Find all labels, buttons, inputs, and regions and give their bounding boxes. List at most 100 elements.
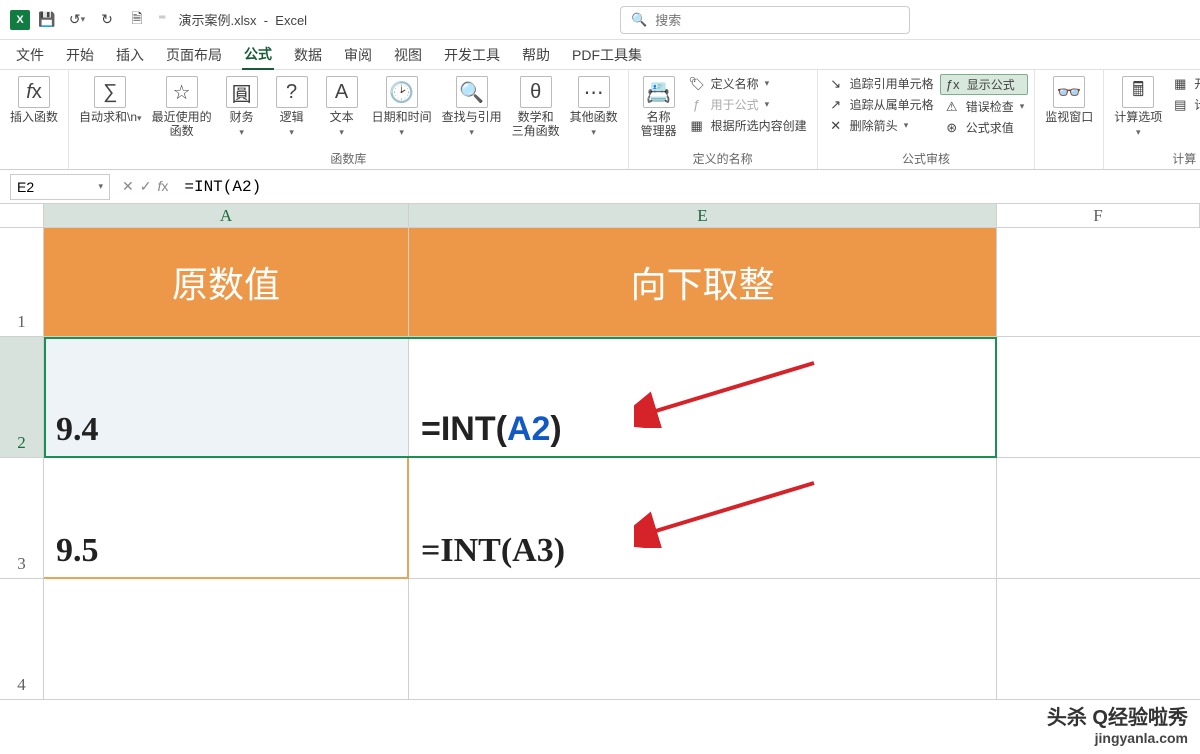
- formula-bar: E2▾ ✕ ✓ fx =INT(A2): [0, 170, 1200, 204]
- cell-E3[interactable]: =INT(A3): [409, 458, 997, 579]
- cell-E2[interactable]: =INT(A2): [409, 337, 997, 458]
- use-in-formula-button[interactable]: ƒ用于公式 ▾: [685, 95, 811, 114]
- row-header-3[interactable]: 3: [0, 458, 44, 579]
- calc-icon: 🖩: [1122, 76, 1154, 108]
- error-check-button[interactable]: ⚠错误检查 ▾: [940, 97, 1029, 116]
- datetime-button[interactable]: 🕑日期和时间▾: [368, 74, 436, 141]
- cell-F4[interactable]: [997, 579, 1200, 700]
- cell-A2[interactable]: 9.4: [44, 337, 409, 458]
- text-button[interactable]: A文本▾: [318, 74, 366, 141]
- star-icon: ☆: [166, 76, 198, 108]
- math-button[interactable]: θ数学和 三角函数: [508, 74, 564, 140]
- create-name-button[interactable]: ▦根据所选内容创建: [685, 116, 811, 135]
- qat-overflow-icon[interactable]: ⁼: [158, 10, 166, 30]
- group-label-library: 函数库: [75, 148, 622, 167]
- lookup-icon: 🔍: [456, 76, 488, 108]
- autosum-button[interactable]: ∑自动求和\n▾: [75, 74, 146, 127]
- tab-review[interactable]: 审阅: [342, 41, 374, 69]
- logical-icon: ?: [276, 76, 308, 108]
- recent-button[interactable]: ☆最近使用的 函数: [148, 74, 216, 140]
- watermark: 头杀 Q经验啦秀 jingyanla.com: [1047, 701, 1188, 746]
- fx-icon[interactable]: fx: [157, 178, 168, 195]
- name-manager-button[interactable]: 📇名称 管理器: [635, 74, 683, 140]
- tag-icon: 🏷: [689, 76, 705, 92]
- col-header-A[interactable]: A: [44, 204, 409, 227]
- title-bar: X 💾 ↺▾ ↻ 🗎 ⁼ 演示案例.xlsx - Excel 🔍 搜索: [0, 0, 1200, 40]
- col-header-E[interactable]: E: [409, 204, 997, 227]
- column-headers: A E F: [0, 204, 1200, 228]
- group-label-calc: 计算: [1110, 148, 1200, 167]
- cancel-formula-icon[interactable]: ✕: [122, 178, 134, 195]
- watch-icon: 👓: [1053, 76, 1085, 108]
- search-icon: 🔍: [631, 12, 647, 28]
- sigma-icon: ∑: [94, 76, 126, 108]
- tab-view[interactable]: 视图: [392, 41, 424, 69]
- financial-button[interactable]: 圓财务▾: [218, 74, 266, 141]
- more-fn-button[interactable]: ⋯其他函数▾: [566, 74, 622, 141]
- redo-icon[interactable]: ↻: [94, 7, 120, 33]
- fx-icon: fx: [18, 76, 50, 108]
- tab-layout[interactable]: 页面布局: [164, 41, 224, 69]
- trace-precedents-button[interactable]: ↘追踪引用单元格: [824, 74, 938, 93]
- formula-input[interactable]: =INT(A2): [174, 178, 1200, 196]
- create-icon: ▦: [689, 118, 705, 134]
- tab-insert[interactable]: 插入: [114, 41, 146, 69]
- cell-F3[interactable]: [997, 458, 1200, 579]
- tab-pdf[interactable]: PDF工具集: [570, 41, 644, 69]
- tab-formulas[interactable]: 公式: [242, 40, 274, 70]
- search-input[interactable]: 🔍 搜索: [620, 6, 910, 34]
- theta-icon: θ: [520, 76, 552, 108]
- tab-help[interactable]: 帮助: [520, 41, 552, 69]
- ribbon: fx插入函数 ∑自动求和\n▾ ☆最近使用的 函数 圓财务▾ ?逻辑▾ A文本▾…: [0, 70, 1200, 170]
- evaluate-button[interactable]: ⊛公式求值: [940, 118, 1029, 137]
- group-label-names: 定义的名称: [635, 148, 811, 167]
- clock-icon: 🕑: [386, 76, 418, 108]
- remove-arrow-icon: ✕: [828, 118, 844, 134]
- show-formulas-button[interactable]: ƒx显示公式: [940, 74, 1029, 95]
- select-all-corner[interactable]: [0, 204, 44, 227]
- calc-now-button[interactable]: ▦开始计算: [1168, 74, 1200, 93]
- more-icon: ⋯: [578, 76, 610, 108]
- group-label-audit: 公式审核: [824, 148, 1029, 167]
- excel-icon: X: [10, 10, 30, 30]
- trace-dependents-button[interactable]: ↗追踪从属单元格: [824, 95, 938, 114]
- watch-window-button[interactable]: 👓监视窗口: [1041, 74, 1097, 126]
- calc-sheet-button[interactable]: ▤计算工作表: [1168, 95, 1200, 114]
- tab-home[interactable]: 开始: [64, 41, 96, 69]
- define-name-button[interactable]: 🏷定义名称 ▾: [685, 74, 811, 93]
- name-box[interactable]: E2▾: [10, 174, 110, 200]
- tab-file[interactable]: 文件: [14, 41, 46, 69]
- cell-F1[interactable]: [997, 228, 1200, 337]
- show-formula-icon: ƒx: [945, 77, 961, 93]
- logical-button[interactable]: ?逻辑▾: [268, 74, 316, 141]
- lookup-button[interactable]: 🔍查找与引用▾: [438, 74, 506, 141]
- row-header-2[interactable]: 2: [0, 337, 44, 458]
- accept-formula-icon[interactable]: ✓: [140, 178, 152, 195]
- tab-data[interactable]: 数据: [292, 41, 324, 69]
- insert-function-button[interactable]: fx插入函数: [6, 74, 62, 126]
- ribbon-tabs: 文件 开始 插入 页面布局 公式 数据 审阅 视图 开发工具 帮助 PDF工具集: [0, 40, 1200, 70]
- calc-sheet-icon: ▤: [1172, 97, 1188, 113]
- undo-icon[interactable]: ↺▾: [64, 7, 90, 33]
- cell-A1[interactable]: 原数值: [44, 228, 409, 337]
- cell-A3[interactable]: 9.5: [44, 458, 409, 579]
- cell-E1[interactable]: 向下取整: [409, 228, 997, 337]
- trace-dep-icon: ↗: [828, 97, 844, 113]
- col-header-F[interactable]: F: [997, 204, 1200, 227]
- spreadsheet-grid: 1 2 3 4 原数值 向下取整 9.4 =INT(A2) 9.5 =INT(A…: [0, 228, 1200, 700]
- cell-E4[interactable]: [409, 579, 997, 700]
- chevron-down-icon[interactable]: ▾: [98, 181, 103, 192]
- text-icon: A: [326, 76, 358, 108]
- row-header-4[interactable]: 4: [0, 579, 44, 700]
- calc-now-icon: ▦: [1172, 76, 1188, 92]
- trace-prec-icon: ↘: [828, 76, 844, 92]
- remove-arrows-button[interactable]: ✕删除箭头 ▾: [824, 116, 938, 135]
- row-header-1[interactable]: 1: [0, 228, 44, 337]
- cell-F2[interactable]: [997, 337, 1200, 458]
- calc-options-button[interactable]: 🖩计算选项▾: [1110, 74, 1166, 141]
- print-preview-icon[interactable]: 🗎: [124, 7, 150, 33]
- tab-dev[interactable]: 开发工具: [442, 41, 502, 69]
- error-icon: ⚠: [944, 99, 960, 115]
- cell-A4[interactable]: [44, 579, 409, 700]
- save-icon[interactable]: 💾: [34, 7, 60, 33]
